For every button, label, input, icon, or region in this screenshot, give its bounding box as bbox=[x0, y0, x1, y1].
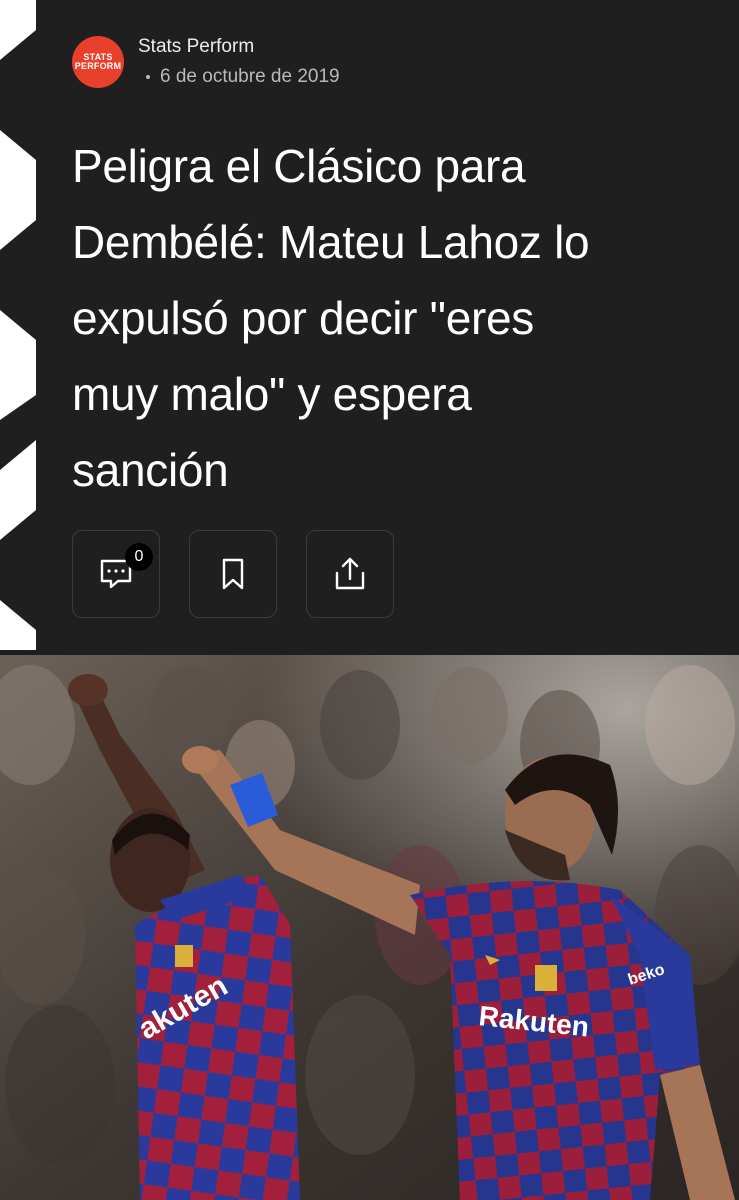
logo-text-line2: PERFORM bbox=[74, 61, 122, 71]
article-headline: Peligra el Clásico para Dembélé: Mateu L… bbox=[72, 128, 692, 508]
headline-line: sanción bbox=[72, 444, 229, 496]
source-meta: Stats Perform 6 de octubre de 2019 bbox=[138, 36, 340, 89]
article-photo[interactable]: akuten Rakuten beko bbox=[0, 655, 739, 1200]
bookmark-button[interactable] bbox=[189, 530, 277, 618]
headline-line: Dembélé: Mateu Lahoz lo bbox=[72, 216, 590, 268]
headline-line: muy malo" y espera bbox=[72, 368, 472, 420]
separator-dot bbox=[146, 75, 150, 79]
decorative-edge bbox=[0, 0, 40, 650]
source-row: STATS PERFORM Stats Perform 6 de octubre… bbox=[72, 36, 340, 92]
share-button[interactable] bbox=[306, 530, 394, 618]
players-photo: akuten Rakuten beko bbox=[0, 655, 739, 1200]
source-name[interactable]: Stats Perform bbox=[138, 35, 340, 59]
action-bar: 0 bbox=[72, 530, 394, 618]
article-page: STATS PERFORM Stats Perform 6 de octubre… bbox=[0, 0, 739, 1200]
headline-line: expulsó por decir "eres bbox=[72, 292, 534, 344]
source-logo[interactable]: STATS PERFORM bbox=[72, 36, 124, 88]
share-icon bbox=[335, 557, 365, 590]
comment-count-badge: 0 bbox=[125, 543, 153, 571]
publish-date-text: 6 de octubre de 2019 bbox=[160, 66, 340, 87]
bookmark-icon bbox=[222, 558, 244, 590]
publish-date: 6 de octubre de 2019 bbox=[138, 65, 340, 89]
comment-button[interactable]: 0 bbox=[72, 530, 160, 618]
headline-line: Peligra el Clásico para bbox=[72, 140, 526, 192]
